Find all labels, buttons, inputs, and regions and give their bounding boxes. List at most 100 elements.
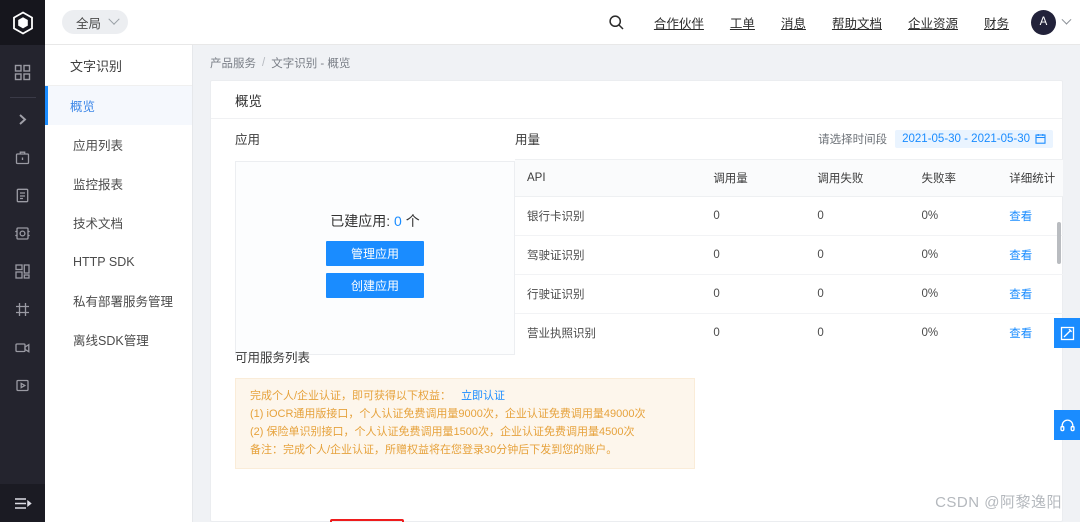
network-icon[interactable] (0, 290, 45, 328)
sidebar-item-private-deploy[interactable]: 私有部署服务管理 (45, 281, 192, 320)
certification-notice: 完成个人/企业认证，即可获得以下权益： 立即认证 (1) iOCR通用版接口，个人… (235, 378, 695, 469)
header-link-messages[interactable]: 消息 (768, 13, 819, 32)
app-count-prefix: 已建应用: (330, 213, 395, 229)
briefcase-icon[interactable] (0, 138, 45, 176)
services-section-title: 可用服务列表 (235, 351, 311, 365)
ai-chip-icon[interactable] (0, 214, 45, 252)
date-range-value: 2021-05-30 - 2021-05-30 (902, 132, 1030, 145)
col-header-calls: 调用量 (701, 160, 806, 197)
detail-link[interactable]: 查看 (1009, 250, 1032, 262)
app-section-title: 应用 (235, 133, 261, 147)
search-icon[interactable] (592, 14, 641, 31)
table-row: 银行卡识别 0 0 0% 查看 (515, 196, 1063, 236)
detail-link[interactable]: 查看 (1009, 211, 1032, 223)
col-header-failures: 调用失败 (805, 160, 910, 197)
main-content: 产品服务 / 文字识别 - 概览 概览 应用 已建应用: 0 个 管理应用 创建… (193, 45, 1080, 522)
certify-now-link[interactable]: 立即认证 (461, 390, 505, 402)
app-count-value: 0 (394, 213, 402, 229)
cell-rate: 0% (909, 196, 998, 236)
usage-header: 用量 请选择时间段 2021-05-30 - 2021-05-30 (515, 129, 1063, 148)
table-row: 营业执照识别 0 0 0% 查看 (515, 313, 1063, 341)
cell-api: 银行卡识别 (515, 196, 702, 236)
media-play-icon[interactable] (0, 366, 45, 404)
usage-table: API 调用量 调用失败 失败率 详细统计 银行卡识别 0 0 0% 查看 驾驶… (515, 160, 1063, 341)
notice-line-3: (2) 保险单识别接口，个人认证免费调用量1500次，企业认证免费调用量4500… (250, 426, 635, 438)
sidebar-item-http-sdk[interactable]: HTTP SDK (45, 242, 192, 281)
page-title: 概览 (211, 81, 1062, 119)
cell-calls: 0 (701, 196, 806, 236)
notice-line-2: (1) iOCR通用版接口，个人认证免费调用量9000次，企业认证免费调用量49… (250, 408, 646, 420)
cell-rate: 0% (909, 313, 998, 341)
notice-line-1: 完成个人/企业认证，即可获得以下权益： 立即认证 (250, 387, 680, 405)
detail-link[interactable]: 查看 (1009, 328, 1032, 340)
sidebar-item-overview[interactable]: 概览 (45, 86, 192, 125)
cell-failures: 0 (805, 196, 910, 236)
sidebar-title: 文字识别 (45, 45, 192, 86)
usage-table-wrapper: API 调用量 调用失败 失败率 详细统计 银行卡识别 0 0 0% 查看 驾驶… (515, 159, 1063, 341)
cell-rate: 0% (909, 274, 998, 314)
dashboard-icon[interactable] (0, 252, 45, 290)
document-icon[interactable] (0, 176, 45, 214)
cell-failures: 0 (805, 235, 910, 275)
sidebar-item-tech-docs[interactable]: 技术文档 (45, 203, 192, 242)
usage-section-title: 用量 (515, 133, 541, 147)
header-nav: 合作伙伴 工单 消息 帮助文档 企业资源 财务 A (592, 9, 1080, 35)
cube-logo-icon[interactable] (0, 0, 45, 45)
notice-line-4: 备注：完成个人/企业认证，所赠权益将在您登录30分钟后下发到您的账户。 (250, 444, 618, 456)
rail-item-list (0, 45, 45, 404)
usage-table-body: 银行卡识别 0 0 0% 查看 驾驶证识别 0 0 0% 查看 行驶证识别 0 … (515, 196, 1063, 341)
usage-panel: 用量 请选择时间段 2021-05-30 - 2021-05-30 API 调用… (515, 129, 1063, 341)
sidebar-item-offline-sdk[interactable]: 离线SDK管理 (45, 320, 192, 359)
detail-link[interactable]: 查看 (1009, 289, 1032, 301)
cell-calls: 0 (701, 235, 806, 275)
sidebar-item-app-list[interactable]: 应用列表 (45, 125, 192, 164)
col-header-rate: 失败率 (909, 160, 998, 197)
header-link-partners[interactable]: 合作伙伴 (641, 13, 717, 32)
overview-card: 概览 应用 已建应用: 0 个 管理应用 创建应用 用量 请选择时间段 2021… (210, 80, 1063, 522)
cell-calls: 0 (701, 274, 806, 314)
app-count-suffix: 个 (401, 213, 420, 229)
breadcrumb-current: 文字识别 - 概览 (271, 57, 351, 70)
header-link-finance[interactable]: 财务 (971, 13, 1022, 32)
notice-text-1: 完成个人/企业认证，即可获得以下权益： (250, 390, 452, 402)
table-scrollbar[interactable] (1057, 222, 1061, 264)
header-link-docs[interactable]: 帮助文档 (819, 13, 895, 32)
chevron-down-icon (108, 13, 120, 25)
expand-chevron-icon[interactable] (0, 100, 45, 138)
scope-selector[interactable]: 全局 (62, 10, 129, 34)
app-empty-box: 已建应用: 0 个 管理应用 创建应用 (235, 161, 515, 355)
manage-app-button[interactable]: 管理应用 (326, 241, 424, 266)
collapse-menu-icon[interactable] (0, 484, 45, 522)
cell-failures: 0 (805, 313, 910, 341)
support-headset-icon[interactable] (1054, 410, 1080, 440)
col-header-api: API (515, 160, 702, 197)
watermark: CSDN @阿黎逸阳 (935, 494, 1062, 511)
scope-label: 全局 (76, 16, 102, 31)
date-range-label: 请选择时间段 (818, 133, 888, 146)
avatar[interactable]: A (1031, 9, 1056, 35)
video-icon[interactable] (0, 328, 45, 366)
page-root: 全局 合作伙伴 工单 消息 帮助文档 企业资源 财务 A 文字识别 概览 应用列… (0, 0, 1080, 522)
rail-divider (9, 97, 36, 98)
app-count-text: 已建应用: 0 个 (330, 211, 419, 231)
services-section: 可用服务列表 完成个人/企业认证，即可获得以下权益： 立即认证 (1) iOCR通… (235, 347, 1063, 469)
header-link-resources[interactable]: 企业资源 (895, 13, 971, 32)
icon-rail (0, 0, 45, 522)
top-header: 全局 合作伙伴 工单 消息 帮助文档 企业资源 财务 A (45, 0, 1080, 45)
avatar-chevron-down-icon[interactable] (1061, 14, 1072, 25)
calendar-icon (1035, 134, 1046, 144)
table-header-row: API 调用量 调用失败 失败率 详细统计 (515, 160, 1063, 197)
date-range-picker[interactable]: 2021-05-30 - 2021-05-30 (895, 129, 1053, 148)
breadcrumb-root[interactable]: 产品服务 (210, 55, 256, 71)
secondary-sidebar: 文字识别 概览 应用列表 监控报表 技术文档 HTTP SDK 私有部署服务管理… (45, 45, 193, 522)
feedback-edit-icon[interactable] (1054, 318, 1080, 348)
cell-api: 营业执照识别 (515, 313, 702, 341)
cell-api: 驾驶证识别 (515, 235, 702, 275)
cell-rate: 0% (909, 235, 998, 275)
app-panel: 应用 已建应用: 0 个 管理应用 创建应用 (235, 129, 515, 355)
apps-grid-icon[interactable] (0, 53, 45, 91)
header-link-tickets[interactable]: 工单 (717, 13, 768, 32)
create-app-button[interactable]: 创建应用 (326, 273, 424, 298)
sidebar-item-monitor-report[interactable]: 监控报表 (45, 164, 192, 203)
table-row: 驾驶证识别 0 0 0% 查看 (515, 235, 1063, 275)
